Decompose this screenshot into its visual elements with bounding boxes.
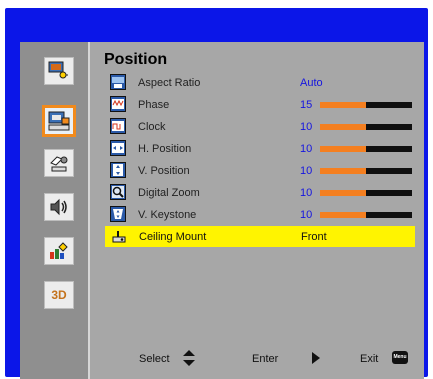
phase-icon [110,96,126,112]
v-keystone-slider[interactable] [320,212,412,218]
audio-icon[interactable] [44,193,74,221]
item-label: H. Position [138,143,192,155]
menu-item-v-position[interactable]: V. Position 10 [104,160,422,181]
menu-item-aspect-ratio[interactable]: Aspect Ratio Auto [104,72,422,93]
menu-item-phase[interactable]: Phase 15 [104,94,422,115]
3d-icon[interactable]: 3D [44,281,74,309]
phase-slider[interactable] [320,102,412,108]
footer-hints: Select Enter Exit Menu [92,349,424,369]
v-keystone-icon [110,206,126,222]
image-settings-icon[interactable] [44,57,74,85]
osd-frame: 3D Position Aspect Ratio Auto Phase 15 C… [5,8,428,379]
h-position-slider[interactable] [320,146,412,152]
menu-key-label: Menu [393,354,407,360]
footer-select-label: Select [139,353,170,365]
footer-enter-label: Enter [252,353,279,365]
page-title: Position [104,51,168,68]
item-value: 10 [300,121,313,133]
clock-icon [110,118,126,134]
menu-item-clock[interactable]: Clock 10 [104,116,422,137]
menu-item-digital-zoom[interactable]: Digital Zoom 10 [104,182,422,203]
options-icon[interactable] [44,237,74,265]
3d-label: 3D [51,288,67,302]
up-down-arrow-icon [183,350,195,366]
clock-slider[interactable] [320,124,412,130]
aspect-ratio-icon [110,74,126,90]
side-menu: 3D [20,42,90,379]
item-value: 15 [300,99,313,111]
menu-item-v-keystone[interactable]: V. Keystone 10 [104,204,422,225]
item-label: Ceiling Mount [139,231,207,243]
main-panel: Position Aspect Ratio Auto Phase 15 Cloc… [92,42,424,379]
item-label: Phase [138,99,170,111]
setup-icon[interactable] [44,149,74,177]
item-label: V. Position [138,165,190,177]
item-value: 10 [300,187,313,199]
menu-key-icon: Menu [392,351,408,364]
item-value: Front [301,231,327,243]
digital-zoom-slider[interactable] [320,190,412,196]
item-label: Digital Zoom [138,187,200,199]
item-label: V. Keystone [138,209,197,221]
item-value: Auto [300,77,323,89]
footer-exit-label: Exit [360,353,379,365]
item-value: 10 [300,209,313,221]
digital-zoom-icon [110,184,126,200]
v-position-slider[interactable] [320,168,412,174]
item-value: 10 [300,165,313,177]
ceiling-mount-icon [111,228,127,244]
v-position-icon [110,162,126,178]
item-label: Aspect Ratio [138,77,201,89]
h-position-icon [110,140,126,156]
item-value: 10 [300,143,313,155]
right-arrow-icon [312,352,320,364]
display-position-icon[interactable] [42,105,76,137]
item-label: Clock [138,121,166,133]
osd-panel: 3D Position Aspect Ratio Auto Phase 15 C… [20,42,424,379]
menu-item-ceiling-mount[interactable]: Ceiling Mount Front [105,226,415,247]
menu-item-h-position[interactable]: H. Position 10 [104,138,422,159]
